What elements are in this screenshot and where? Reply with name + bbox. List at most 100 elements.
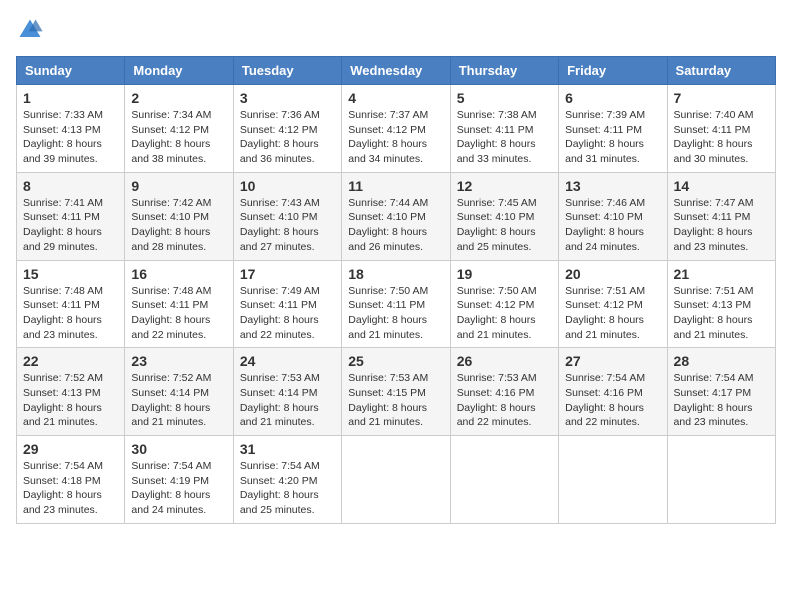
day-info: Sunrise: 7:54 AM Sunset: 4:19 PM Dayligh… [131,460,211,516]
day-number: 9 [131,178,226,194]
calendar-cell: 21 Sunrise: 7:51 AM Sunset: 4:13 PM Dayl… [667,260,775,348]
calendar-cell: 1 Sunrise: 7:33 AM Sunset: 4:13 PM Dayli… [17,85,125,173]
day-info: Sunrise: 7:52 AM Sunset: 4:13 PM Dayligh… [23,372,103,428]
day-info: Sunrise: 7:53 AM Sunset: 4:15 PM Dayligh… [348,372,428,428]
day-number: 19 [457,266,552,282]
calendar-cell: 10 Sunrise: 7:43 AM Sunset: 4:10 PM Dayl… [233,172,341,260]
day-number: 29 [23,441,118,457]
calendar-cell: 11 Sunrise: 7:44 AM Sunset: 4:10 PM Dayl… [342,172,450,260]
day-number: 17 [240,266,335,282]
calendar-header-wednesday: Wednesday [342,57,450,85]
day-number: 5 [457,90,552,106]
calendar-cell: 28 Sunrise: 7:54 AM Sunset: 4:17 PM Dayl… [667,348,775,436]
calendar-cell: 19 Sunrise: 7:50 AM Sunset: 4:12 PM Dayl… [450,260,558,348]
calendar-header-friday: Friday [559,57,667,85]
calendar-cell: 5 Sunrise: 7:38 AM Sunset: 4:11 PM Dayli… [450,85,558,173]
calendar-cell: 29 Sunrise: 7:54 AM Sunset: 4:18 PM Dayl… [17,436,125,524]
day-info: Sunrise: 7:49 AM Sunset: 4:11 PM Dayligh… [240,285,320,341]
calendar-week-1: 1 Sunrise: 7:33 AM Sunset: 4:13 PM Dayli… [17,85,776,173]
day-info: Sunrise: 7:41 AM Sunset: 4:11 PM Dayligh… [23,197,103,253]
day-number: 26 [457,353,552,369]
day-info: Sunrise: 7:40 AM Sunset: 4:11 PM Dayligh… [674,109,754,165]
calendar-cell: 8 Sunrise: 7:41 AM Sunset: 4:11 PM Dayli… [17,172,125,260]
day-info: Sunrise: 7:50 AM Sunset: 4:11 PM Dayligh… [348,285,428,341]
calendar-cell [342,436,450,524]
calendar-cell: 24 Sunrise: 7:53 AM Sunset: 4:14 PM Dayl… [233,348,341,436]
calendar-week-5: 29 Sunrise: 7:54 AM Sunset: 4:18 PM Dayl… [17,436,776,524]
day-number: 30 [131,441,226,457]
day-info: Sunrise: 7:37 AM Sunset: 4:12 PM Dayligh… [348,109,428,165]
calendar-header-sunday: Sunday [17,57,125,85]
calendar-cell [559,436,667,524]
calendar-cell: 22 Sunrise: 7:52 AM Sunset: 4:13 PM Dayl… [17,348,125,436]
day-number: 6 [565,90,660,106]
calendar-cell: 25 Sunrise: 7:53 AM Sunset: 4:15 PM Dayl… [342,348,450,436]
calendar-cell [667,436,775,524]
day-number: 3 [240,90,335,106]
day-info: Sunrise: 7:46 AM Sunset: 4:10 PM Dayligh… [565,197,645,253]
day-info: Sunrise: 7:54 AM Sunset: 4:20 PM Dayligh… [240,460,320,516]
calendar-cell: 26 Sunrise: 7:53 AM Sunset: 4:16 PM Dayl… [450,348,558,436]
calendar-week-2: 8 Sunrise: 7:41 AM Sunset: 4:11 PM Dayli… [17,172,776,260]
calendar-table: SundayMondayTuesdayWednesdayThursdayFrid… [16,56,776,524]
day-info: Sunrise: 7:51 AM Sunset: 4:12 PM Dayligh… [565,285,645,341]
day-number: 28 [674,353,769,369]
calendar-header-thursday: Thursday [450,57,558,85]
calendar-header-saturday: Saturday [667,57,775,85]
calendar-cell: 12 Sunrise: 7:45 AM Sunset: 4:10 PM Dayl… [450,172,558,260]
day-number: 13 [565,178,660,194]
calendar-cell: 4 Sunrise: 7:37 AM Sunset: 4:12 PM Dayli… [342,85,450,173]
logo [16,16,48,44]
day-info: Sunrise: 7:42 AM Sunset: 4:10 PM Dayligh… [131,197,211,253]
day-info: Sunrise: 7:43 AM Sunset: 4:10 PM Dayligh… [240,197,320,253]
calendar-header-monday: Monday [125,57,233,85]
day-number: 16 [131,266,226,282]
day-number: 4 [348,90,443,106]
day-number: 24 [240,353,335,369]
day-info: Sunrise: 7:48 AM Sunset: 4:11 PM Dayligh… [131,285,211,341]
day-number: 18 [348,266,443,282]
day-info: Sunrise: 7:54 AM Sunset: 4:17 PM Dayligh… [674,372,754,428]
calendar-cell: 3 Sunrise: 7:36 AM Sunset: 4:12 PM Dayli… [233,85,341,173]
day-number: 27 [565,353,660,369]
calendar-cell: 18 Sunrise: 7:50 AM Sunset: 4:11 PM Dayl… [342,260,450,348]
day-info: Sunrise: 7:47 AM Sunset: 4:11 PM Dayligh… [674,197,754,253]
day-number: 14 [674,178,769,194]
day-number: 25 [348,353,443,369]
calendar-cell: 13 Sunrise: 7:46 AM Sunset: 4:10 PM Dayl… [559,172,667,260]
day-number: 22 [23,353,118,369]
day-info: Sunrise: 7:51 AM Sunset: 4:13 PM Dayligh… [674,285,754,341]
calendar-cell: 30 Sunrise: 7:54 AM Sunset: 4:19 PM Dayl… [125,436,233,524]
day-number: 12 [457,178,552,194]
day-info: Sunrise: 7:45 AM Sunset: 4:10 PM Dayligh… [457,197,537,253]
day-number: 20 [565,266,660,282]
calendar-cell [450,436,558,524]
calendar-cell: 2 Sunrise: 7:34 AM Sunset: 4:12 PM Dayli… [125,85,233,173]
calendar-cell: 16 Sunrise: 7:48 AM Sunset: 4:11 PM Dayl… [125,260,233,348]
day-number: 10 [240,178,335,194]
calendar-header-tuesday: Tuesday [233,57,341,85]
calendar-week-4: 22 Sunrise: 7:52 AM Sunset: 4:13 PM Dayl… [17,348,776,436]
page-header [16,16,776,44]
day-number: 1 [23,90,118,106]
day-info: Sunrise: 7:48 AM Sunset: 4:11 PM Dayligh… [23,285,103,341]
calendar-cell: 23 Sunrise: 7:52 AM Sunset: 4:14 PM Dayl… [125,348,233,436]
day-number: 11 [348,178,443,194]
calendar-cell: 31 Sunrise: 7:54 AM Sunset: 4:20 PM Dayl… [233,436,341,524]
calendar-cell: 9 Sunrise: 7:42 AM Sunset: 4:10 PM Dayli… [125,172,233,260]
day-info: Sunrise: 7:39 AM Sunset: 4:11 PM Dayligh… [565,109,645,165]
day-info: Sunrise: 7:50 AM Sunset: 4:12 PM Dayligh… [457,285,537,341]
calendar-cell: 20 Sunrise: 7:51 AM Sunset: 4:12 PM Dayl… [559,260,667,348]
calendar-cell: 17 Sunrise: 7:49 AM Sunset: 4:11 PM Dayl… [233,260,341,348]
calendar-cell: 27 Sunrise: 7:54 AM Sunset: 4:16 PM Dayl… [559,348,667,436]
day-info: Sunrise: 7:53 AM Sunset: 4:16 PM Dayligh… [457,372,537,428]
day-info: Sunrise: 7:53 AM Sunset: 4:14 PM Dayligh… [240,372,320,428]
calendar-week-3: 15 Sunrise: 7:48 AM Sunset: 4:11 PM Dayl… [17,260,776,348]
calendar-header-row: SundayMondayTuesdayWednesdayThursdayFrid… [17,57,776,85]
day-number: 23 [131,353,226,369]
day-info: Sunrise: 7:44 AM Sunset: 4:10 PM Dayligh… [348,197,428,253]
day-number: 31 [240,441,335,457]
day-number: 7 [674,90,769,106]
day-number: 8 [23,178,118,194]
logo-icon [16,16,44,44]
